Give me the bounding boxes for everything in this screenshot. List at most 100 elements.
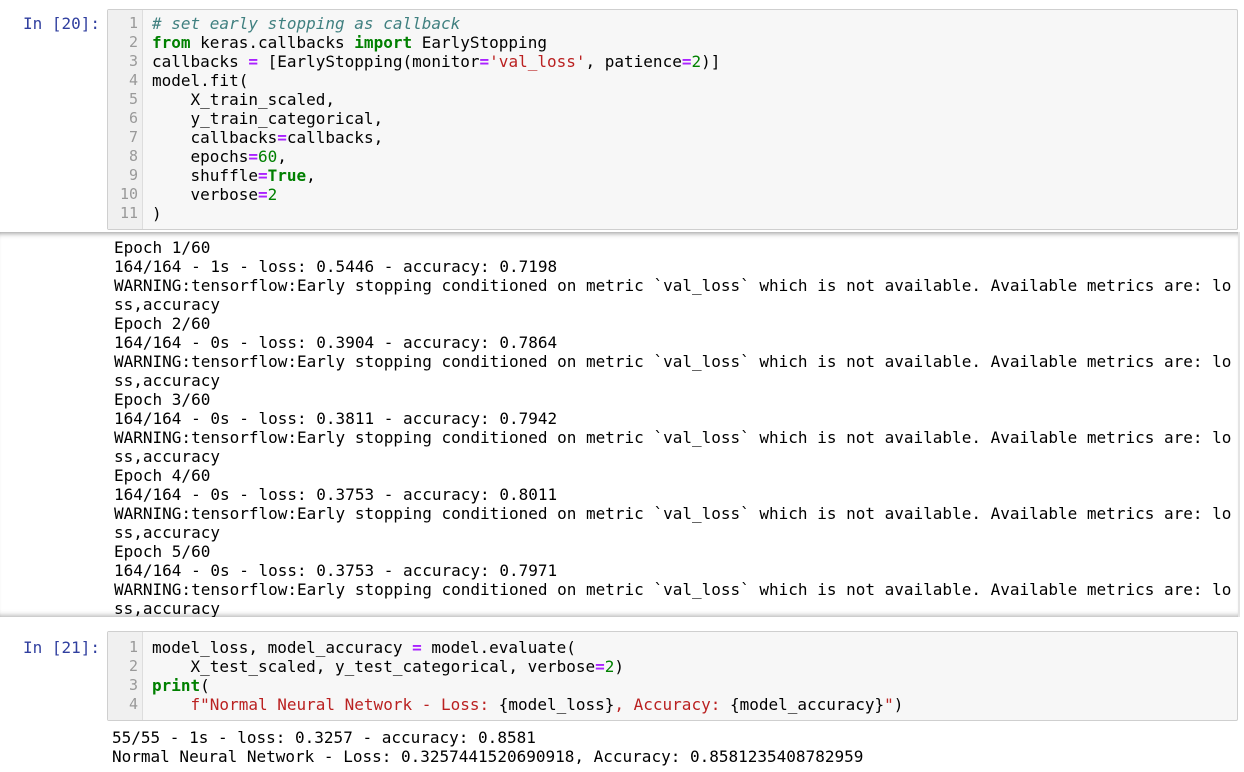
code-token: 60 <box>257 147 278 166</box>
code-text: X_test_scaled, y_test_categorical, verbo… <box>152 657 625 676</box>
code-line[interactable]: 1 # set early stopping as callback <box>108 14 1237 33</box>
output-line: 164/164 - 1s - loss: 0.5446 - accuracy: … <box>114 257 558 276</box>
code-token: X_test_scaled, y_test_categorical, verbo… <box>152 657 596 676</box>
code-token: callbacks <box>152 128 278 147</box>
code-token: , <box>306 166 316 185</box>
code-line[interactable]: 2 X_test_scaled, y_test_categorical, ver… <box>108 657 1237 676</box>
code-text: model_loss, model_accuracy = model.evalu… <box>152 638 576 657</box>
code-text: ) <box>152 204 162 223</box>
code-token: callbacks <box>152 52 249 71</box>
line-number: 8 <box>128 147 138 165</box>
line-number: 1 <box>128 638 138 656</box>
code-text: callbacks = [EarlyStopping(monitor='val_… <box>152 52 720 71</box>
output-line: ss,accuracy <box>114 599 220 617</box>
code-text: # set early stopping as callback <box>152 14 460 33</box>
code-line[interactable]: 4 f"Normal Neural Network - Loss: {model… <box>108 695 1237 714</box>
line-number: 3 <box>128 52 138 70</box>
code-token: {model_accuracy} <box>729 695 885 714</box>
output-line: WARNING:tensorflow:Early stopping condit… <box>114 504 1232 523</box>
line-number: 10 <box>119 185 138 203</box>
output-line: 55/55 - 1s - loss: 0.3257 - accuracy: 0.… <box>112 728 536 747</box>
code-token: 'val_loss' <box>489 52 586 71</box>
code-line[interactable]: 1 model_loss, model_accuracy = model.eval… <box>108 638 1237 657</box>
code-token: model.evaluate( <box>421 638 576 657</box>
code-token: f"Normal Neural Network - Loss: <box>152 695 499 714</box>
code-line[interactable]: 5 X_train_scaled, <box>108 90 1237 109</box>
line-number: 5 <box>128 90 138 108</box>
code-token: model_loss, model_accuracy <box>152 638 413 657</box>
code-token: model.fit( <box>152 71 249 90</box>
output-line: ss,accuracy <box>114 447 220 466</box>
code-token: verbose <box>152 185 258 204</box>
line-number: 6 <box>128 109 138 127</box>
code-token: " <box>884 695 894 714</box>
code-token: 2 <box>267 185 278 204</box>
code-token: )] <box>701 52 721 71</box>
code-token: True <box>267 166 307 185</box>
code-token: shuffle <box>152 166 258 185</box>
code-token: EarlyStopping <box>412 33 547 52</box>
code-token: from <box>152 33 191 52</box>
code-line[interactable]: 8 epochs=60, <box>108 147 1237 166</box>
code-token: = <box>479 52 490 71</box>
output-line: ss,accuracy <box>114 295 220 314</box>
code-line[interactable]: 9 shuffle=True, <box>108 166 1237 185</box>
output-line: WARNING:tensorflow:Early stopping condit… <box>114 352 1232 371</box>
output-line: Epoch 1/60 <box>114 238 211 257</box>
code-token: = <box>412 638 422 657</box>
code-text: X_train_scaled, <box>152 90 336 109</box>
code-token: ) <box>614 657 625 676</box>
code-line[interactable]: 2 from keras.callbacks import EarlyStoppi… <box>108 33 1237 52</box>
output-line: ss,accuracy <box>114 523 220 542</box>
code-token: , patience <box>585 52 682 71</box>
output-line: WARNING:tensorflow:Early stopping condit… <box>114 580 1232 599</box>
code-text: shuffle=True, <box>152 166 316 185</box>
line-number: 7 <box>128 128 138 146</box>
code-token: , <box>277 147 287 166</box>
code-token: [EarlyStopping(monitor <box>257 52 480 71</box>
output-line: Normal Neural Network - Loss: 0.32574415… <box>112 747 864 766</box>
output-line: Epoch 2/60 <box>114 314 211 333</box>
cell-21-prompt: In [21]: <box>22 638 100 657</box>
code-token: X_train_scaled, <box>152 90 336 109</box>
line-number: 4 <box>128 71 138 89</box>
line-number: 9 <box>128 166 138 184</box>
code-line[interactable]: 3 callbacks = [EarlyStopping(monitor='val… <box>108 52 1237 71</box>
code-token: import <box>354 33 413 52</box>
code-token: = <box>595 657 605 676</box>
code-text: verbose=2 <box>152 185 278 204</box>
code-token: print <box>152 676 201 695</box>
code-token: epochs <box>152 147 249 166</box>
code-token: = <box>257 185 268 204</box>
code-text: epochs=60, <box>152 147 287 166</box>
code-text: model.fit( <box>152 71 248 90</box>
code-token: ( <box>200 676 210 695</box>
output-line: WARNING:tensorflow:Early stopping condit… <box>114 428 1232 447</box>
code-token: callbacks, <box>286 128 384 147</box>
code-token: = <box>257 166 268 185</box>
line-number: 4 <box>128 695 138 713</box>
code-token: # set early stopping as callback <box>152 14 461 33</box>
code-text: callbacks=callbacks, <box>152 128 384 147</box>
line-number: 2 <box>128 33 138 51</box>
cell-20-prompt: In [20]: <box>22 14 100 33</box>
code-line[interactable]: 11) <box>108 204 1237 223</box>
code-line[interactable]: 10 verbose=2 <box>108 185 1237 204</box>
cell-21-output-area: 55/55 - 1s - loss: 0.3257 - accuracy: 0.… <box>0 722 1240 772</box>
code-line[interactable]: 4 model.fit( <box>108 71 1237 90</box>
output-line: Epoch 5/60 <box>114 542 211 561</box>
code-line[interactable]: 6 y_train_categorical, <box>108 109 1237 128</box>
code-line[interactable]: 7 callbacks=callbacks, <box>108 128 1237 147</box>
output-line: WARNING:tensorflow:Early stopping condit… <box>114 276 1232 295</box>
output-line: 164/164 - 0s - loss: 0.3811 - accuracy: … <box>114 409 558 428</box>
code-line[interactable]: 3 print( <box>108 676 1237 695</box>
output-line: ss,accuracy <box>114 371 220 390</box>
cell-20-output-area[interactable]: Epoch 1/60 164/164 - 1s - loss: 0.5446 - … <box>0 232 1240 617</box>
code-token: = <box>248 147 258 166</box>
code-text: from keras.callbacks import EarlyStoppin… <box>152 33 547 52</box>
code-text: y_train_categorical, <box>152 109 384 128</box>
cell-21-code-editor[interactable]: 1 model_loss, model_accuracy = model.eval… <box>107 631 1238 721</box>
code-token: ) <box>893 695 904 714</box>
cell-20-code-editor[interactable]: 1 # set early stopping as callback 2 from k… <box>107 9 1238 230</box>
code-text: f"Normal Neural Network - Loss: {model_l… <box>152 695 904 714</box>
